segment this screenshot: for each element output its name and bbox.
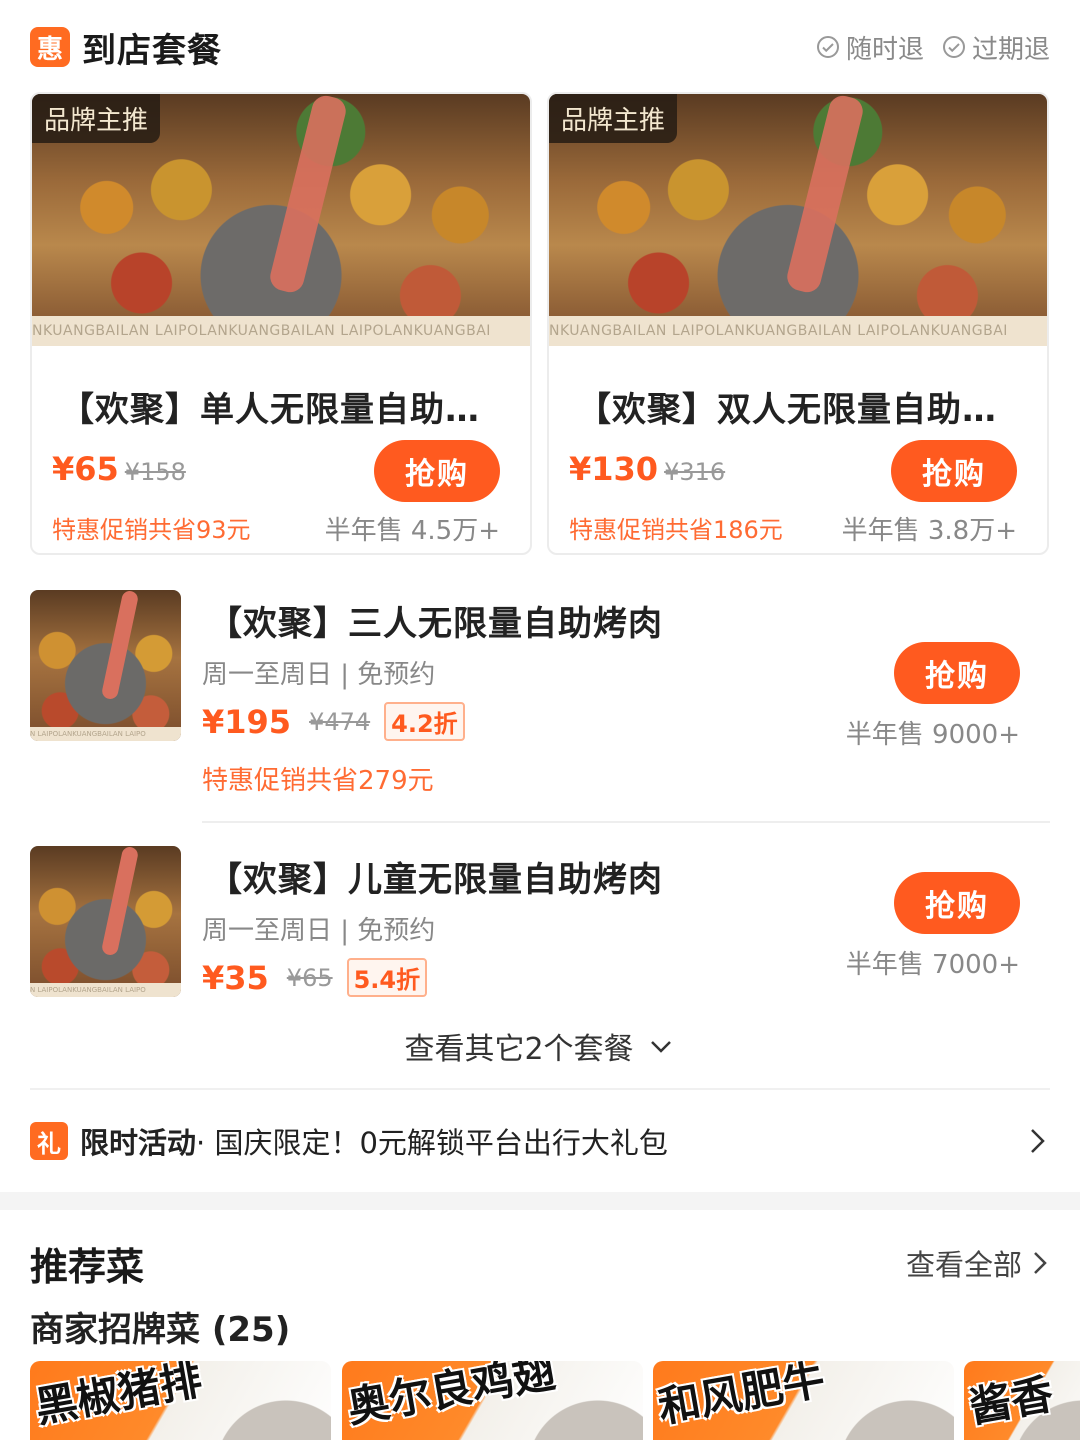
- photo-brand-strip: NKUANGBAILAN LAIPOLANKUANGBAILAN LAIPOLA…: [32, 316, 530, 346]
- thumb-meat-decor: [100, 846, 139, 957]
- savings-text: 特惠促销共省186元: [569, 516, 783, 544]
- package-title: 【欢聚】儿童无限量自助烤肉: [208, 860, 663, 900]
- buy-button[interactable]: 抢购: [891, 440, 1017, 502]
- list-divider: [202, 821, 1050, 823]
- original-price: ¥474: [309, 707, 371, 736]
- sales-count: 半年售 3.8万+: [841, 516, 1017, 546]
- package-availability: 周一至周日 | 免预约: [202, 660, 436, 690]
- buy-button[interactable]: 抢购: [894, 872, 1020, 934]
- thumb-meat-decor: [100, 590, 139, 701]
- package-title: 【欢聚】单人无限量自助…: [60, 390, 480, 430]
- savings-text: 特惠促销共省93元: [52, 516, 251, 544]
- package-price: ¥130 ¥316: [569, 450, 725, 488]
- original-price: ¥316: [664, 458, 726, 486]
- sales-count: 半年售 9000+: [845, 720, 1020, 750]
- chevron-down-icon: [650, 1041, 671, 1053]
- package-title: 【欢聚】双人无限量自助…: [577, 390, 997, 430]
- signature-dishes-title: 商家招牌菜 (25): [30, 1310, 291, 1350]
- current-price: ¥35: [202, 958, 269, 997]
- current-price: ¥195: [202, 702, 292, 741]
- dish-name: 奥尔良鸡翅: [343, 1361, 559, 1433]
- guarantee-tags: 随时退 过期退: [816, 29, 1050, 66]
- savings-text: 特惠促销共省279元: [202, 766, 434, 796]
- package-price: ¥65 ¥158: [52, 450, 186, 488]
- section-gap: [0, 1192, 1080, 1210]
- refund-expired-tag: 过期退: [942, 29, 1050, 66]
- dish-name: 和风肥牛: [654, 1361, 829, 1433]
- photo-meat-decor: [267, 94, 349, 296]
- package-thumbnail: N LAIPOLANKUANGBAILAN LAIPO: [30, 590, 181, 741]
- brand-recommend-tag: 品牌主推: [32, 94, 161, 143]
- section-divider: [30, 1088, 1050, 1090]
- more-packages-link[interactable]: 查看其它2个套餐: [0, 1024, 1080, 1068]
- section-title: 到店套餐: [82, 30, 222, 71]
- section-header: 惠 到店套餐 随时退 过期退: [30, 24, 1050, 71]
- more-packages-label: 查看其它2个套餐: [404, 1032, 634, 1067]
- current-price: ¥65: [52, 450, 119, 488]
- recommended-title: 推荐菜: [30, 1245, 145, 1289]
- dish-card[interactable]: 奥尔良鸡翅: [342, 1361, 643, 1440]
- sales-count: 半年售 7000+: [845, 950, 1020, 980]
- refund-anytime-tag: 随时退: [816, 29, 924, 66]
- discount-badge: 5.4折: [346, 958, 428, 997]
- package-list-item-triple[interactable]: N LAIPOLANKUANGBAILAN LAIPO 【欢聚】三人无限量自助烤…: [30, 590, 1050, 800]
- buy-button[interactable]: 抢购: [894, 642, 1020, 704]
- gift-icon: 礼: [30, 1122, 68, 1160]
- dish-card[interactable]: 黑椒猪排: [30, 1361, 331, 1440]
- thumb-brand-strip: N LAIPOLANKUANGBAILAN LAIPO: [30, 983, 181, 997]
- photo-brand-strip: NKUANGBAILAN LAIPOLANKUANGBAILAN LAIPOLA…: [549, 316, 1047, 346]
- thumb-brand-strip: N LAIPOLANKUANGBAILAN LAIPO: [30, 727, 181, 741]
- brand-recommend-tag: 品牌主推: [549, 94, 678, 143]
- check-circle-icon: [942, 36, 965, 58]
- discount-badge: 4.2折: [384, 702, 465, 741]
- view-all-label: 查看全部: [905, 1248, 1022, 1282]
- dish-name: 酱香: [965, 1369, 1057, 1433]
- original-price: ¥158: [124, 458, 186, 486]
- refund-anytime-label: 随时退: [845, 34, 924, 65]
- sales-count: 半年售 4.5万+: [324, 516, 500, 546]
- promo-banner[interactable]: 礼 限时活动 · 国庆限定！0元解锁平台出行大礼包: [30, 1118, 1050, 1164]
- promo-label: 限时活动: [80, 1126, 197, 1160]
- promo-text: · 国庆限定！0元解锁平台出行大礼包: [196, 1126, 668, 1160]
- refund-expired-label: 过期退: [971, 34, 1050, 65]
- view-all-link[interactable]: 查看全部: [906, 1242, 1050, 1284]
- package-thumbnail: N LAIPOLANKUANGBAILAN LAIPO: [30, 846, 181, 997]
- package-photo: 品牌主推 NKUANGBAILAN LAIPOLANKUANGBAILAN LA…: [549, 94, 1047, 346]
- dish-card[interactable]: 酱香: [964, 1361, 1080, 1440]
- photo-meat-decor: [784, 94, 866, 296]
- package-card-double[interactable]: 品牌主推 NKUANGBAILAN LAIPOLANKUANGBAILAN LA…: [547, 92, 1049, 555]
- original-price: ¥65: [286, 963, 333, 992]
- chevron-right-icon: [1031, 1129, 1045, 1153]
- dish-name: 黑椒猪排: [31, 1361, 206, 1433]
- package-title: 【欢聚】三人无限量自助烤肉: [208, 604, 663, 644]
- chevron-right-icon: [1034, 1252, 1047, 1274]
- package-photo: 品牌主推 NKUANGBAILAN LAIPOLANKUANGBAILAN LA…: [32, 94, 530, 346]
- dish-card[interactable]: 和风肥牛: [653, 1361, 954, 1440]
- current-price: ¥130: [569, 450, 659, 488]
- package-availability: 周一至周日 | 免预约: [202, 916, 436, 946]
- package-price: ¥35 ¥65 5.4折: [202, 958, 428, 997]
- discount-badge-icon: 惠: [30, 27, 70, 67]
- check-circle-icon: [816, 36, 839, 58]
- package-card-single[interactable]: 品牌主推 NKUANGBAILAN LAIPOLANKUANGBAILAN LA…: [30, 92, 532, 555]
- package-price: ¥195 ¥474 4.2折: [202, 702, 465, 741]
- buy-button[interactable]: 抢购: [374, 440, 500, 502]
